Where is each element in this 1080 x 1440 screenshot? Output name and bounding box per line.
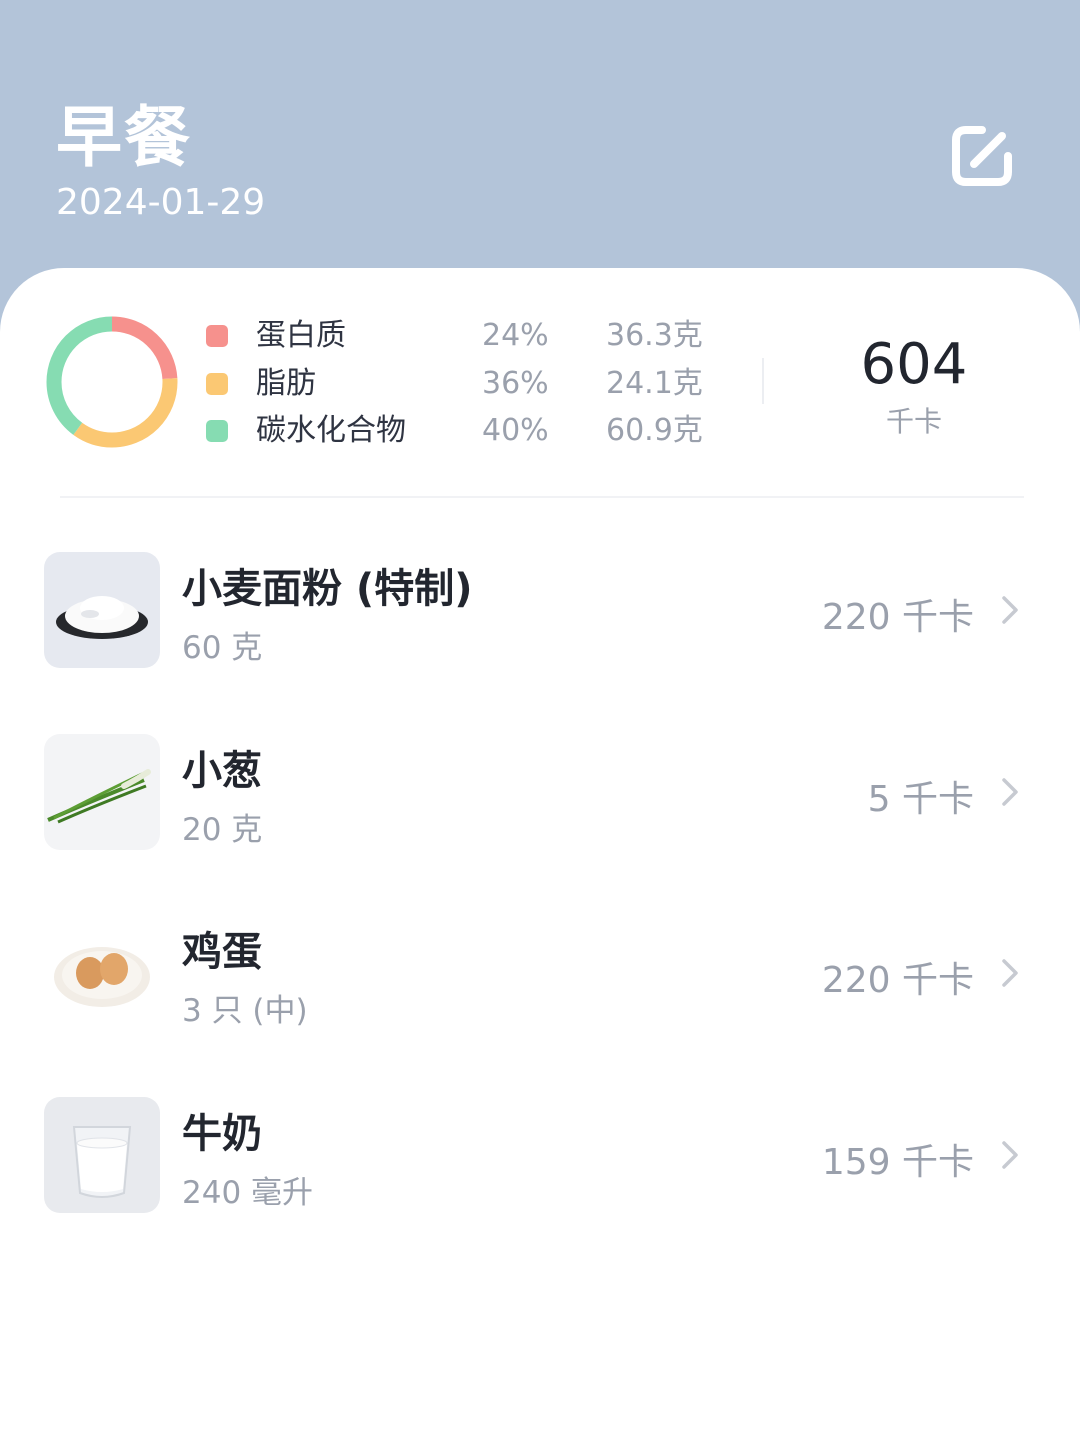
food-name: 鸡蛋 [182, 929, 262, 975]
food-amount: 60 克 [182, 630, 263, 666]
edit-button[interactable] [944, 118, 1020, 194]
macro-name: 蛋白质 [256, 318, 346, 353]
food-calories: 220 千卡 [821, 960, 974, 1001]
meal-title: 早餐 [56, 99, 192, 176]
macro-percent: 40% [482, 413, 549, 448]
macro-row-carbs: 碳水化合物 40% 60.9克 [206, 411, 726, 451]
section-divider [60, 496, 1024, 498]
macro-amount: 36.3克 [606, 318, 703, 353]
scallion-thumbnail [44, 734, 160, 850]
food-calories: 5 千卡 [867, 779, 974, 820]
total-calories-unit: 千卡 [885, 405, 942, 438]
flour-thumbnail [44, 552, 160, 668]
total-calories: 604 [860, 332, 968, 397]
macro-amount: 60.9克 [606, 413, 703, 448]
macro-name: 碳水化合物 [256, 413, 406, 448]
meal-card: 蛋白质 24% 36.3克 脂肪 36% 24.1克 碳水化合物 40% 60.… [0, 268, 1080, 1440]
milk-thumbnail [44, 1097, 160, 1213]
food-item-scallion[interactable]: 小葱 20 克 5 千卡 [0, 734, 1080, 850]
summary-divider [762, 358, 764, 404]
chevron-right-icon [1002, 596, 1018, 624]
food-amount: 3 只 (中) [182, 993, 308, 1029]
egg-thumbnail [44, 915, 160, 1031]
macro-name: 脂肪 [256, 366, 316, 401]
food-item-egg[interactable]: 鸡蛋 3 只 (中) 220 千卡 [0, 915, 1080, 1031]
carbs-color-dot [206, 420, 228, 442]
macro-amount: 24.1克 [606, 366, 703, 401]
food-calories: 159 千卡 [821, 1142, 974, 1183]
meal-date: 2024-01-29 [56, 182, 266, 223]
macro-row-fat: 脂肪 36% 24.1克 [206, 364, 726, 404]
food-calories: 220 千卡 [821, 597, 974, 638]
chevron-right-icon [1002, 1141, 1018, 1169]
macro-percent: 24% [482, 318, 549, 353]
food-amount: 240 毫升 [182, 1175, 314, 1211]
edit-icon [952, 126, 1012, 186]
macro-row-protein: 蛋白质 24% 36.3克 [206, 316, 726, 356]
macro-donut-chart [46, 316, 178, 448]
chevron-right-icon [1002, 959, 1018, 987]
header: 早餐 2024-01-29 [0, 0, 1080, 300]
food-name: 小麦面粉 (特制) [182, 566, 473, 612]
macro-percent: 36% [482, 366, 549, 401]
fat-color-dot [206, 373, 228, 395]
nutrition-summary: 蛋白质 24% 36.3克 脂肪 36% 24.1克 碳水化合物 40% 60.… [0, 268, 1080, 498]
chevron-right-icon [1002, 778, 1018, 806]
food-name: 牛奶 [182, 1111, 262, 1157]
food-item-milk[interactable]: 牛奶 240 毫升 159 千卡 [0, 1097, 1080, 1213]
food-name: 小葱 [182, 748, 262, 794]
food-amount: 20 克 [182, 812, 263, 848]
food-item-flour[interactable]: 小麦面粉 (特制) 60 克 220 千卡 [0, 552, 1080, 668]
protein-color-dot [206, 325, 228, 347]
